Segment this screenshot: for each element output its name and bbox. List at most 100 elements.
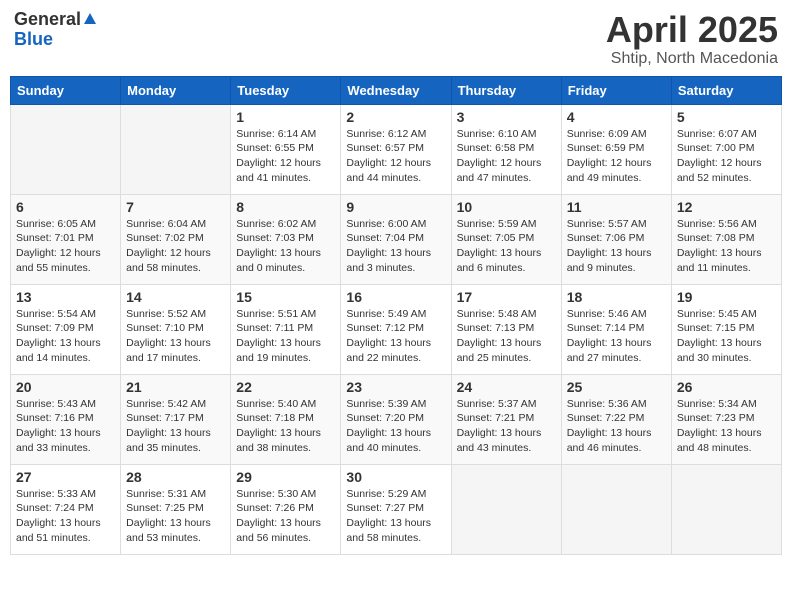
day-number: 19 — [677, 289, 776, 305]
day-detail: Sunrise: 5:30 AM Sunset: 7:26 PM Dayligh… — [236, 487, 335, 546]
day-detail: Sunrise: 5:51 AM Sunset: 7:11 PM Dayligh… — [236, 307, 335, 366]
calendar-cell: 6 Sunrise: 6:05 AM Sunset: 7:01 PM Daylig… — [11, 194, 121, 284]
calendar-cell: 8Sunrise: 6:02 AM Sunset: 7:03 PM Daylig… — [231, 194, 341, 284]
calendar-cell: 27Sunrise: 5:33 AM Sunset: 7:24 PM Dayli… — [11, 464, 121, 554]
weekday-header-friday: Friday — [561, 76, 671, 104]
day-number: 2 — [346, 109, 445, 125]
calendar-cell — [451, 464, 561, 554]
logo-blue-text: Blue — [14, 29, 53, 49]
calendar-week-row: 13 Sunrise: 5:54 AM Sunset: 7:09 PM Dayli… — [11, 284, 782, 374]
day-number: 6 — [16, 199, 115, 215]
weekday-header-tuesday: Tuesday — [231, 76, 341, 104]
weekday-header-wednesday: Wednesday — [341, 76, 451, 104]
weekday-header-thursday: Thursday — [451, 76, 561, 104]
calendar-cell: 30 Sunrise: 5:29 AM Sunset: 7:27 PM Dayli… — [341, 464, 451, 554]
calendar-week-row: 1 Sunrise: 6:14 AM Sunset: 6:55 PM Daylig… — [11, 104, 782, 194]
day-detail: Sunrise: 6:05 AM Sunset: 7:01 PM Dayligh… — [16, 217, 115, 276]
calendar-cell: 9 Sunrise: 6:00 AM Sunset: 7:04 PM Daylig… — [341, 194, 451, 284]
day-number: 11 — [567, 199, 666, 215]
calendar-cell: 13 Sunrise: 5:54 AM Sunset: 7:09 PM Dayli… — [11, 284, 121, 374]
calendar-cell: 4 Sunrise: 6:09 AM Sunset: 6:59 PM Daylig… — [561, 104, 671, 194]
calendar-cell: 7Sunrise: 6:04 AM Sunset: 7:02 PM Daylig… — [121, 194, 231, 284]
calendar-cell: 11 Sunrise: 5:57 AM Sunset: 7:06 PM Dayli… — [561, 194, 671, 284]
weekday-header-monday: Monday — [121, 76, 231, 104]
day-detail: Sunrise: 5:59 AM Sunset: 7:05 PM Dayligh… — [457, 217, 556, 276]
calendar-cell: 14 Sunrise: 5:52 AM Sunset: 7:10 PM Dayli… — [121, 284, 231, 374]
day-detail: Sunrise: 5:48 AM Sunset: 7:13 PM Dayligh… — [457, 307, 556, 366]
day-detail: Sunrise: 6:12 AM Sunset: 6:57 PM Dayligh… — [346, 127, 445, 186]
day-number: 15 — [236, 289, 335, 305]
day-detail: Sunrise: 5:56 AM Sunset: 7:08 PM Dayligh… — [677, 217, 776, 276]
calendar-cell: 17 Sunrise: 5:48 AM Sunset: 7:13 PM Dayli… — [451, 284, 561, 374]
calendar-cell — [121, 104, 231, 194]
title-area: April 2025 Shtip, North Macedonia — [606, 10, 778, 68]
day-detail: Sunrise: 5:52 AM Sunset: 7:10 PM Dayligh… — [126, 307, 225, 366]
day-number: 20 — [16, 379, 115, 395]
day-detail: Sunrise: 6:04 AM Sunset: 7:02 PM Dayligh… — [126, 217, 225, 276]
day-number: 3 — [457, 109, 556, 125]
calendar-cell: 26Sunrise: 5:34 AM Sunset: 7:23 PM Dayli… — [671, 374, 781, 464]
month-title: April 2025 — [606, 10, 778, 50]
day-number: 30 — [346, 469, 445, 485]
day-detail: Sunrise: 6:02 AM Sunset: 7:03 PM Dayligh… — [236, 217, 335, 276]
calendar-header-row: SundayMondayTuesdayWednesdayThursdayFrid… — [11, 76, 782, 104]
calendar-table: SundayMondayTuesdayWednesdayThursdayFrid… — [10, 76, 782, 555]
day-number: 1 — [236, 109, 335, 125]
calendar-cell: 15 Sunrise: 5:51 AM Sunset: 7:11 PM Dayli… — [231, 284, 341, 374]
calendar-cell: 10 Sunrise: 5:59 AM Sunset: 7:05 PM Dayli… — [451, 194, 561, 284]
day-number: 21 — [126, 379, 225, 395]
day-number: 16 — [346, 289, 445, 305]
calendar-cell: 20 Sunrise: 5:43 AM Sunset: 7:16 PM Dayli… — [11, 374, 121, 464]
calendar-cell: 16 Sunrise: 5:49 AM Sunset: 7:12 PM Dayli… — [341, 284, 451, 374]
weekday-header-saturday: Saturday — [671, 76, 781, 104]
calendar-cell: 23Sunrise: 5:39 AM Sunset: 7:20 PM Dayli… — [341, 374, 451, 464]
calendar-cell: 25 Sunrise: 5:36 AM Sunset: 7:22 PM Dayli… — [561, 374, 671, 464]
day-detail: Sunrise: 5:43 AM Sunset: 7:16 PM Dayligh… — [16, 397, 115, 456]
day-number: 18 — [567, 289, 666, 305]
calendar-cell: 12Sunrise: 5:56 AM Sunset: 7:08 PM Dayli… — [671, 194, 781, 284]
day-detail: Sunrise: 5:34 AM Sunset: 7:23 PM Dayligh… — [677, 397, 776, 456]
weekday-header-sunday: Sunday — [11, 76, 121, 104]
day-detail: Sunrise: 6:07 AM Sunset: 7:00 PM Dayligh… — [677, 127, 776, 186]
page-header: General Blue April 2025 Shtip, North Mac… — [10, 10, 782, 68]
day-number: 17 — [457, 289, 556, 305]
calendar-cell — [561, 464, 671, 554]
day-detail: Sunrise: 5:29 AM Sunset: 7:27 PM Dayligh… — [346, 487, 445, 546]
day-detail: Sunrise: 6:00 AM Sunset: 7:04 PM Dayligh… — [346, 217, 445, 276]
calendar-cell: 3 Sunrise: 6:10 AM Sunset: 6:58 PM Daylig… — [451, 104, 561, 194]
day-detail: Sunrise: 5:54 AM Sunset: 7:09 PM Dayligh… — [16, 307, 115, 366]
calendar-cell: 1 Sunrise: 6:14 AM Sunset: 6:55 PM Daylig… — [231, 104, 341, 194]
day-detail: Sunrise: 5:37 AM Sunset: 7:21 PM Dayligh… — [457, 397, 556, 456]
day-detail: Sunrise: 5:57 AM Sunset: 7:06 PM Dayligh… — [567, 217, 666, 276]
calendar-cell: 2 Sunrise: 6:12 AM Sunset: 6:57 PM Daylig… — [341, 104, 451, 194]
day-detail: Sunrise: 5:31 AM Sunset: 7:25 PM Dayligh… — [126, 487, 225, 546]
day-number: 5 — [677, 109, 776, 125]
calendar-cell — [11, 104, 121, 194]
day-detail: Sunrise: 6:09 AM Sunset: 6:59 PM Dayligh… — [567, 127, 666, 186]
logo: General Blue — [14, 10, 96, 50]
calendar-cell: 24Sunrise: 5:37 AM Sunset: 7:21 PM Dayli… — [451, 374, 561, 464]
calendar-cell: 21 Sunrise: 5:42 AM Sunset: 7:17 PM Dayli… — [121, 374, 231, 464]
day-number: 25 — [567, 379, 666, 395]
calendar-week-row: 20 Sunrise: 5:43 AM Sunset: 7:16 PM Dayli… — [11, 374, 782, 464]
calendar-cell: 19Sunrise: 5:45 AM Sunset: 7:15 PM Dayli… — [671, 284, 781, 374]
calendar-cell: 22Sunrise: 5:40 AM Sunset: 7:18 PM Dayli… — [231, 374, 341, 464]
day-number: 14 — [126, 289, 225, 305]
day-number: 10 — [457, 199, 556, 215]
day-detail: Sunrise: 6:14 AM Sunset: 6:55 PM Dayligh… — [236, 127, 335, 186]
location-title: Shtip, North Macedonia — [606, 50, 778, 68]
calendar-cell: 18Sunrise: 5:46 AM Sunset: 7:14 PM Dayli… — [561, 284, 671, 374]
day-detail: Sunrise: 5:42 AM Sunset: 7:17 PM Dayligh… — [126, 397, 225, 456]
day-detail: Sunrise: 5:40 AM Sunset: 7:18 PM Dayligh… — [236, 397, 335, 456]
day-number: 29 — [236, 469, 335, 485]
logo-general-text: General — [14, 10, 81, 30]
day-number: 4 — [567, 109, 666, 125]
day-detail: Sunrise: 5:49 AM Sunset: 7:12 PM Dayligh… — [346, 307, 445, 366]
day-detail: Sunrise: 5:39 AM Sunset: 7:20 PM Dayligh… — [346, 397, 445, 456]
calendar-week-row: 6 Sunrise: 6:05 AM Sunset: 7:01 PM Daylig… — [11, 194, 782, 284]
day-detail: Sunrise: 5:36 AM Sunset: 7:22 PM Dayligh… — [567, 397, 666, 456]
day-number: 13 — [16, 289, 115, 305]
day-number: 9 — [346, 199, 445, 215]
calendar-week-row: 27Sunrise: 5:33 AM Sunset: 7:24 PM Dayli… — [11, 464, 782, 554]
day-detail: Sunrise: 6:10 AM Sunset: 6:58 PM Dayligh… — [457, 127, 556, 186]
